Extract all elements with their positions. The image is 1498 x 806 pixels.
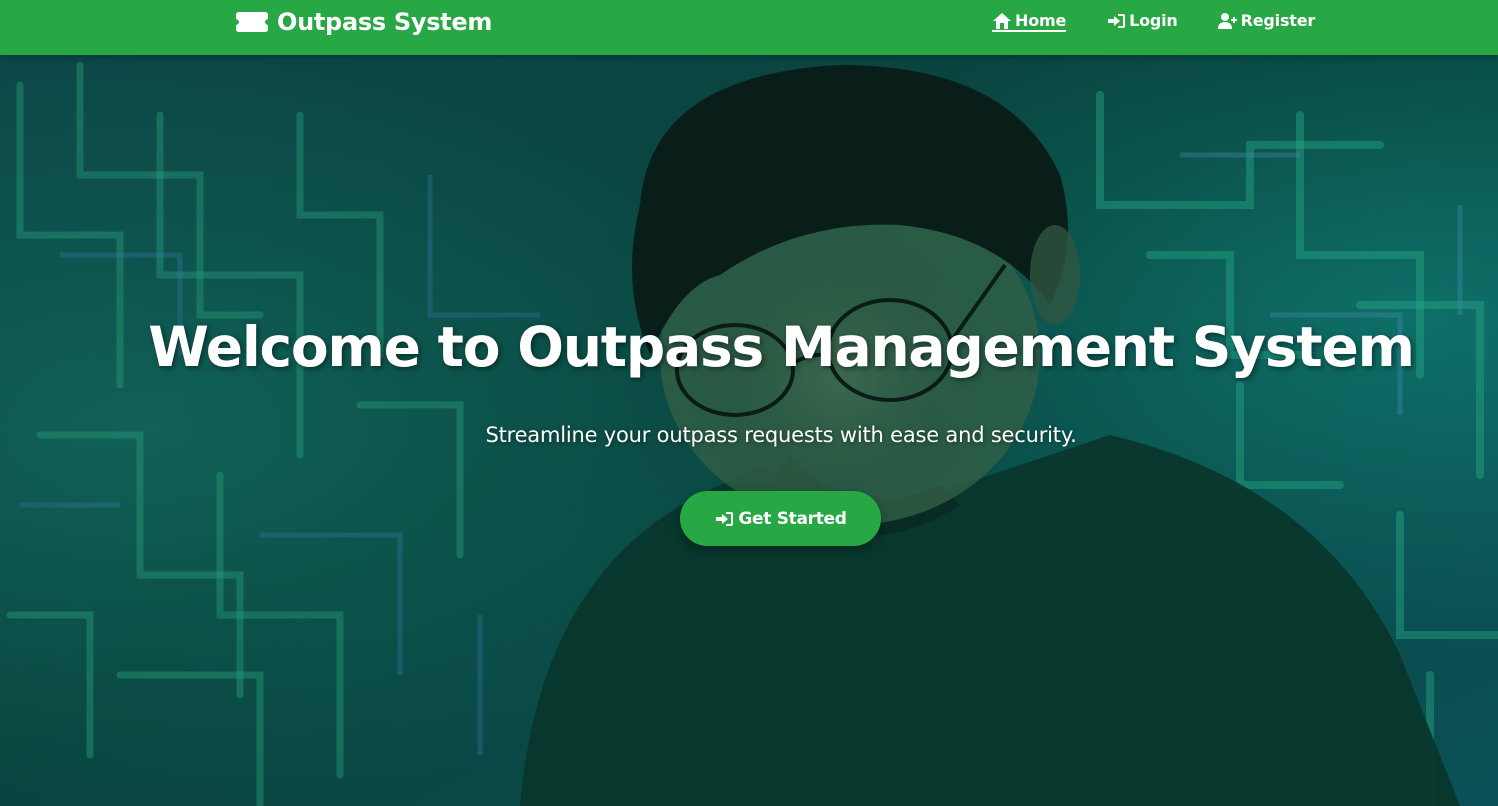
- nav-links: Home Login Register: [992, 11, 1315, 32]
- brand-title: Outpass System: [277, 8, 493, 36]
- nav-home-link[interactable]: Home: [992, 11, 1066, 32]
- brand-link[interactable]: Outpass System: [235, 6, 492, 38]
- home-icon: [993, 12, 1011, 29]
- top-navbar: Outpass System Home Login Register: [0, 0, 1498, 55]
- get-started-button[interactable]: Get Started: [680, 491, 881, 546]
- get-started-label: Get Started: [738, 508, 847, 529]
- user-plus-icon: [1217, 12, 1237, 29]
- nav-home-label: Home: [1015, 11, 1067, 30]
- hero-section: Welcome to Outpass Management System Str…: [0, 55, 1498, 806]
- nav-register-label: Register: [1240, 11, 1316, 30]
- hero-title: Welcome to Outpass Management System: [148, 315, 1415, 379]
- ticket-icon: [236, 12, 268, 32]
- page: Outpass System Home Login Register Welco…: [0, 0, 1498, 806]
- nav-login-label: Login: [1129, 11, 1178, 30]
- sign-in-icon: [1108, 13, 1126, 28]
- hero-subtitle: Streamline your outpass requests with ea…: [485, 423, 1077, 447]
- nav-register-link[interactable]: Register: [1217, 11, 1316, 32]
- nav-login-link[interactable]: Login: [1106, 11, 1178, 32]
- hero-content: Welcome to Outpass Management System Str…: [0, 55, 1498, 806]
- sign-in-icon: [716, 511, 734, 526]
